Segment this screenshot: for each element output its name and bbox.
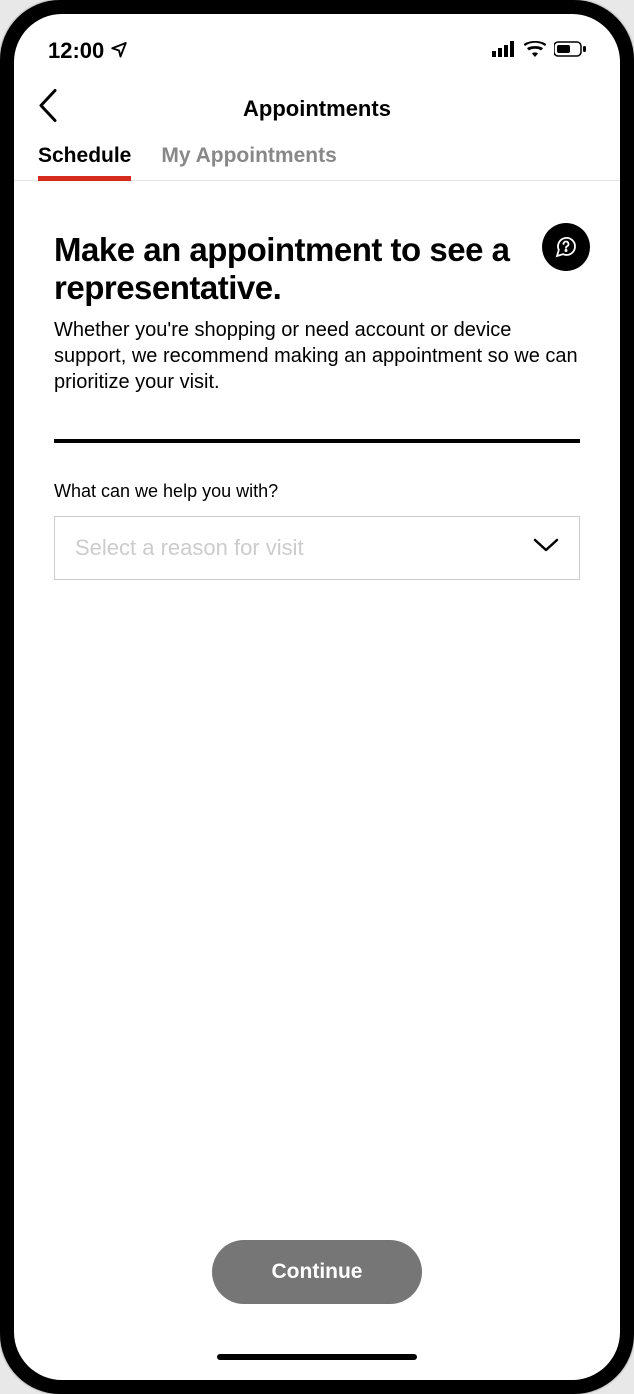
page-title: Appointments — [243, 96, 391, 122]
tab-schedule[interactable]: Schedule — [38, 142, 131, 180]
content: Make an appointment to see a representat… — [14, 181, 620, 1380]
nav-header: Appointments — [14, 74, 620, 142]
back-button[interactable] — [38, 89, 58, 128]
bottom-area: Continue — [14, 1240, 620, 1380]
tab-my-appointments[interactable]: My Appointments — [161, 142, 336, 180]
status-time: 12:00 — [48, 38, 104, 64]
location-arrow-icon — [110, 38, 128, 64]
help-button[interactable] — [542, 223, 590, 271]
status-right — [492, 41, 586, 62]
continue-button[interactable]: Continue — [212, 1240, 423, 1304]
wifi-icon — [524, 41, 546, 62]
screen: 12:00 Appointments — [14, 14, 620, 1380]
battery-icon — [554, 41, 586, 62]
reason-select[interactable]: Select a reason for visit — [54, 516, 580, 580]
cellular-icon — [492, 41, 516, 62]
home-indicator[interactable] — [217, 1354, 417, 1360]
select-placeholder: Select a reason for visit — [75, 535, 304, 561]
chevron-down-icon — [533, 537, 559, 558]
main-heading: Make an appointment to see a representat… — [54, 231, 580, 307]
device-frame: 12:00 Appointments — [0, 0, 634, 1394]
status-bar: 12:00 — [14, 14, 620, 74]
status-left: 12:00 — [48, 38, 128, 64]
field-label: What can we help you with? — [54, 481, 580, 502]
divider — [54, 439, 580, 443]
tabs: Schedule My Appointments — [14, 142, 620, 181]
main-subheading: Whether you're shopping or need account … — [54, 317, 580, 395]
